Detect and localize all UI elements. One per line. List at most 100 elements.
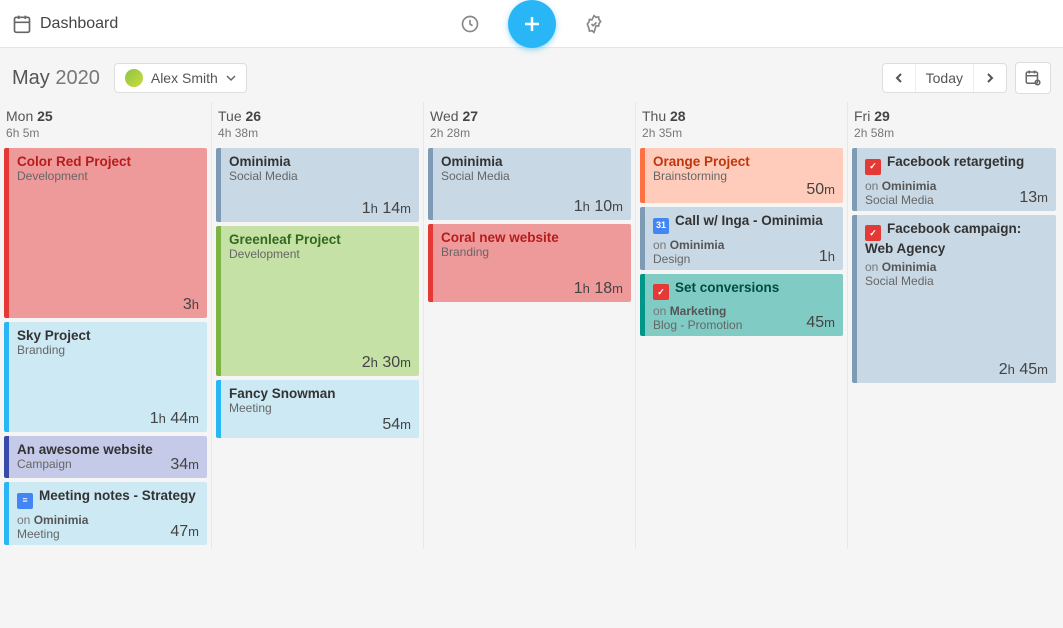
chevron-left-icon — [893, 72, 905, 84]
card-subtitle: Meeting — [229, 401, 411, 415]
today-button[interactable]: Today — [916, 64, 974, 92]
time-entry-card[interactable]: An awesome website Campaign 34m — [4, 436, 207, 478]
day-name-label: Tue 26 — [218, 108, 417, 124]
card-subtitle: Development — [229, 247, 411, 261]
time-entry-card[interactable]: ≡Meeting notes - Strategy on OminimiaMee… — [4, 482, 207, 545]
card-duration: 3h — [183, 296, 199, 314]
calendar-settings-button[interactable] — [1015, 62, 1051, 94]
day-header: Tue 26 4h 38m — [212, 102, 423, 144]
card-title: Greenleaf Project — [229, 232, 411, 247]
card-subtitle: Development — [17, 169, 199, 183]
time-entry-card[interactable]: ✓Facebook campaign: Web Agency on Ominim… — [852, 215, 1056, 383]
day-name-label: Thu 28 — [642, 108, 841, 124]
day-column: Wed 27 2h 28m Ominimia Social Media 1h 1… — [424, 102, 636, 549]
avatar-icon — [125, 69, 143, 87]
dashboard-icon — [12, 14, 32, 34]
month-label: May 2020 — [12, 67, 100, 90]
card-duration: 47m — [170, 523, 199, 541]
page-title: Dashboard — [40, 15, 118, 33]
card-title: Coral new website — [441, 230, 623, 245]
day-name-label: Fri 29 — [854, 108, 1054, 124]
prev-week-button[interactable] — [883, 64, 916, 92]
time-entry-card[interactable]: Color Red Project Development 3h — [4, 148, 207, 318]
card-title: An awesome website — [17, 442, 199, 457]
card-title: ≡Meeting notes - Strategy — [17, 488, 199, 509]
card-title: Color Red Project — [17, 154, 199, 169]
day-body: Ominimia Social Media 1h 10m Coral new w… — [424, 144, 635, 306]
month-name: May — [12, 67, 50, 89]
day-name-label: Wed 27 — [430, 108, 629, 124]
day-header: Wed 27 2h 28m — [424, 102, 635, 144]
time-entry-card[interactable]: Ominimia Social Media 1h 10m — [428, 148, 631, 220]
card-title: Ominimia — [441, 154, 623, 169]
time-entry-card[interactable]: 31Call w/ Inga - Ominimia on OminimiaDes… — [640, 207, 843, 270]
card-duration: 13m — [1019, 189, 1048, 207]
time-entry-card[interactable]: Fancy Snowman Meeting 54m — [216, 380, 419, 438]
card-duration: 1h 10m — [574, 198, 623, 216]
card-subtitle: Branding — [17, 343, 199, 357]
time-entry-card[interactable]: ✓Facebook retargeting on OminimiaSocial … — [852, 148, 1056, 211]
card-subtitle: Social Media — [441, 169, 623, 183]
month-year: 2020 — [55, 67, 100, 89]
approve-button[interactable] — [576, 6, 612, 42]
time-entry-card[interactable]: Coral new website Branding 1h 18m — [428, 224, 631, 302]
card-title: 31Call w/ Inga - Ominimia — [653, 213, 835, 234]
card-title: Orange Project — [653, 154, 835, 169]
day-column: Fri 29 2h 58m ✓Facebook retargeting on O… — [848, 102, 1060, 549]
card-duration: 45m — [806, 314, 835, 332]
app-icon: ✓ — [865, 225, 881, 241]
day-total-label: 4h 38m — [218, 126, 417, 140]
card-duration: 2h 30m — [362, 354, 411, 372]
time-entry-card[interactable]: Ominimia Social Media 1h 14m — [216, 148, 419, 222]
card-duration: 50m — [806, 181, 835, 199]
week-columns: Mon 25 6h 5m Color Red Project Developme… — [0, 102, 1063, 549]
day-body: Ominimia Social Media 1h 14m Greenleaf P… — [212, 144, 423, 442]
next-week-button[interactable] — [974, 64, 1006, 92]
day-column: Tue 26 4h 38m Ominimia Social Media 1h 1… — [212, 102, 424, 549]
time-entry-card[interactable]: Sky Project Branding 1h 44m — [4, 322, 207, 432]
card-title: ✓Set conversions — [653, 280, 835, 301]
day-total-label: 2h 35m — [642, 126, 841, 140]
subheader: May 2020 Alex Smith Today — [0, 48, 1063, 102]
card-title: ✓Facebook retargeting — [865, 154, 1048, 175]
card-subtitle: Social Media — [229, 169, 411, 183]
card-project: on Ominimia — [653, 238, 835, 252]
card-duration: 1h 18m — [574, 280, 623, 298]
user-name: Alex Smith — [151, 70, 218, 86]
day-total-label: 2h 28m — [430, 126, 629, 140]
time-entry-card[interactable]: ✓Set conversions on MarketingBlog - Prom… — [640, 274, 843, 337]
card-title: Ominimia — [229, 154, 411, 169]
card-duration: 1h 14m — [362, 200, 411, 218]
header-title-group[interactable]: Dashboard — [12, 14, 118, 34]
calendar-cog-icon — [1024, 69, 1042, 87]
card-project: on Ominimia — [865, 260, 1048, 274]
chevron-right-icon — [984, 72, 996, 84]
badge-check-icon — [584, 14, 604, 34]
time-entry-card[interactable]: Greenleaf Project Development 2h 30m — [216, 226, 419, 376]
day-header: Mon 25 6h 5m — [0, 102, 211, 144]
card-duration: 1h — [819, 248, 835, 266]
plus-icon — [520, 12, 544, 36]
day-body: ✓Facebook retargeting on OminimiaSocial … — [848, 144, 1060, 387]
day-body: Color Red Project Development 3h Sky Pro… — [0, 144, 211, 549]
card-duration: 2h 45m — [999, 361, 1048, 379]
day-column: Mon 25 6h 5m Color Red Project Developme… — [0, 102, 212, 549]
card-category: Social Media — [865, 274, 1048, 288]
card-duration: 54m — [382, 416, 411, 434]
day-column: Thu 28 2h 35m Orange Project Brainstormi… — [636, 102, 848, 549]
recent-button[interactable] — [452, 6, 488, 42]
card-title: Sky Project — [17, 328, 199, 343]
app-icon: 31 — [653, 218, 669, 234]
add-button[interactable] — [508, 0, 556, 48]
day-header: Thu 28 2h 35m — [636, 102, 847, 144]
user-selector[interactable]: Alex Smith — [114, 63, 247, 93]
card-duration: 34m — [170, 456, 199, 474]
time-entry-card[interactable]: Orange Project Brainstorming 50m — [640, 148, 843, 203]
today-nav-group: Today — [882, 63, 1007, 93]
day-body: Orange Project Brainstorming 50m 31Call … — [636, 144, 847, 340]
caret-down-icon — [226, 73, 236, 83]
app-icon: ✓ — [653, 284, 669, 300]
day-name-label: Mon 25 — [6, 108, 205, 124]
day-header: Fri 29 2h 58m — [848, 102, 1060, 144]
app-icon: ≡ — [17, 493, 33, 509]
